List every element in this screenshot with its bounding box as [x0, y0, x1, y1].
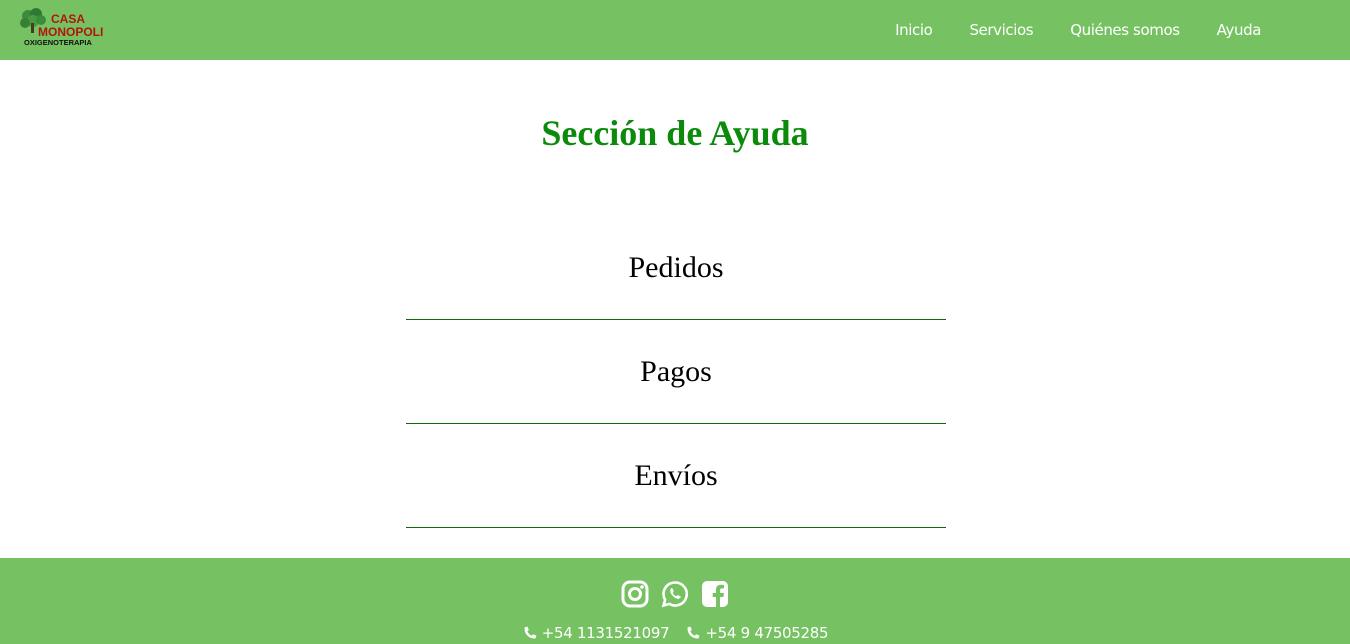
help-item-pedidos[interactable]: Pedidos — [406, 216, 946, 320]
nav-link-inicio[interactable]: Inicio — [895, 21, 933, 39]
help-item-envios[interactable]: Envíos — [406, 424, 946, 528]
phone-number: +54 9 47505285 — [705, 624, 829, 642]
phone-numbers: +54 1131521097 +54 9 47505285 — [0, 624, 1350, 642]
logo-line-oxigenoterapia: OXIGENOTERAPIA — [24, 38, 92, 47]
main-nav: Inicio Servicios Quiénes somos Ayuda — [895, 0, 1261, 60]
help-item-label: Pedidos — [628, 250, 724, 284]
instagram-icon[interactable] — [621, 580, 649, 608]
social-links — [0, 580, 1350, 608]
footer: +54 1131521097 +54 9 47505285 — [0, 558, 1350, 644]
phone-number: +54 1131521097 — [541, 624, 670, 642]
help-topics-list: Pedidos Pagos Envíos — [406, 216, 946, 528]
top-navbar: CASA MONOPOLI OXIGENOTERAPIA Inicio Serv… — [0, 0, 1350, 60]
nav-link-quienes-somos[interactable]: Quiénes somos — [1070, 21, 1180, 39]
nav-link-ayuda[interactable]: Ayuda — [1217, 21, 1262, 39]
help-item-label: Envíos — [634, 458, 718, 492]
help-item-pagos[interactable]: Pagos — [406, 320, 946, 424]
logo-line-casa: CASA — [51, 12, 86, 26]
phone-1[interactable]: +54 1131521097 — [522, 624, 670, 642]
facebook-icon[interactable] — [701, 580, 729, 608]
phone-icon — [524, 626, 537, 638]
phone-icon — [687, 626, 700, 638]
logo-line-monopoli: MONOPOLI — [38, 25, 104, 39]
phone-2[interactable]: +54 9 47505285 — [685, 624, 829, 642]
nav-link-servicios[interactable]: Servicios — [969, 21, 1033, 39]
casa-monopoli-logo[interactable]: CASA MONOPOLI OXIGENOTERAPIA — [19, 7, 103, 51]
help-item-label: Pagos — [640, 354, 712, 388]
whatsapp-icon[interactable] — [661, 580, 689, 608]
page-title: Sección de Ayuda — [541, 113, 809, 153]
